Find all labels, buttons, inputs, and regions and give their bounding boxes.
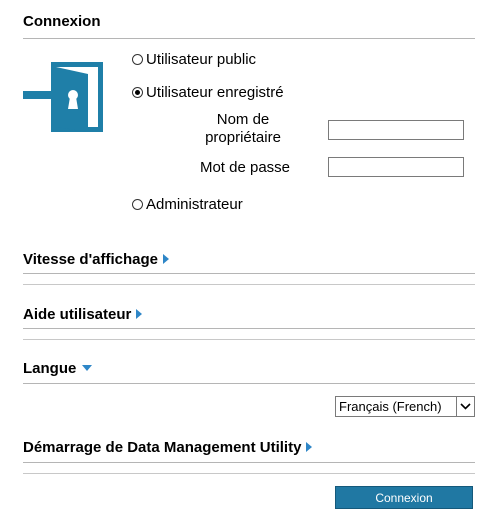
radio-registered-indicator[interactable] xyxy=(132,87,143,98)
expand-arrow-icon[interactable] xyxy=(163,254,170,265)
owner-name-label: Nom de propriétaire xyxy=(168,111,318,147)
radio-registered-label: Utilisateur enregistré xyxy=(146,84,284,101)
password-label: Mot de passe xyxy=(199,159,291,176)
display-speed-title: Vitesse d'affichage xyxy=(23,251,159,268)
language-header[interactable]: Langue xyxy=(23,360,93,377)
data-management-title: Démarrage de Data Management Utility xyxy=(23,439,302,456)
radio-public-indicator[interactable] xyxy=(132,54,143,65)
data-management-header[interactable]: Démarrage de Data Management Utility xyxy=(23,439,313,456)
collapse-arrow-icon[interactable] xyxy=(82,365,93,372)
expand-arrow-icon[interactable] xyxy=(136,309,143,320)
chevron-down-icon[interactable] xyxy=(456,397,474,416)
language-title: Langue xyxy=(23,360,77,377)
owner-name-input[interactable] xyxy=(328,120,464,140)
owner-name-label-line2: propriétaire xyxy=(205,129,281,146)
display-speed-divider-2 xyxy=(23,284,475,285)
radio-admin-label: Administrateur xyxy=(146,196,243,213)
radio-admin-indicator[interactable] xyxy=(132,199,143,210)
radio-public-user[interactable]: Utilisateur public xyxy=(132,51,256,68)
expand-arrow-icon[interactable] xyxy=(306,442,313,453)
data-management-divider-2 xyxy=(23,473,475,474)
login-title-divider xyxy=(23,38,475,39)
language-select[interactable]: Français (French) xyxy=(335,396,475,417)
owner-name-label-line1: Nom de xyxy=(216,111,270,128)
language-divider xyxy=(23,383,475,384)
display-speed-divider xyxy=(23,273,475,274)
language-select-value: Français (French) xyxy=(339,399,442,414)
radio-public-label: Utilisateur public xyxy=(146,51,257,68)
user-help-header[interactable]: Aide utilisateur xyxy=(23,306,143,323)
user-help-divider-2 xyxy=(23,339,475,340)
login-button[interactable]: Connexion xyxy=(335,486,473,509)
user-help-title: Aide utilisateur xyxy=(23,306,132,323)
password-input[interactable] xyxy=(328,157,464,177)
display-speed-header[interactable]: Vitesse d'affichage xyxy=(23,251,170,268)
door-enter-icon xyxy=(23,62,103,132)
login-section-title: Connexion xyxy=(23,13,101,30)
radio-registered-user[interactable]: Utilisateur enregistré xyxy=(132,84,284,101)
radio-administrator[interactable]: Administrateur xyxy=(132,196,243,213)
data-management-divider xyxy=(23,462,475,463)
user-help-divider xyxy=(23,328,475,329)
